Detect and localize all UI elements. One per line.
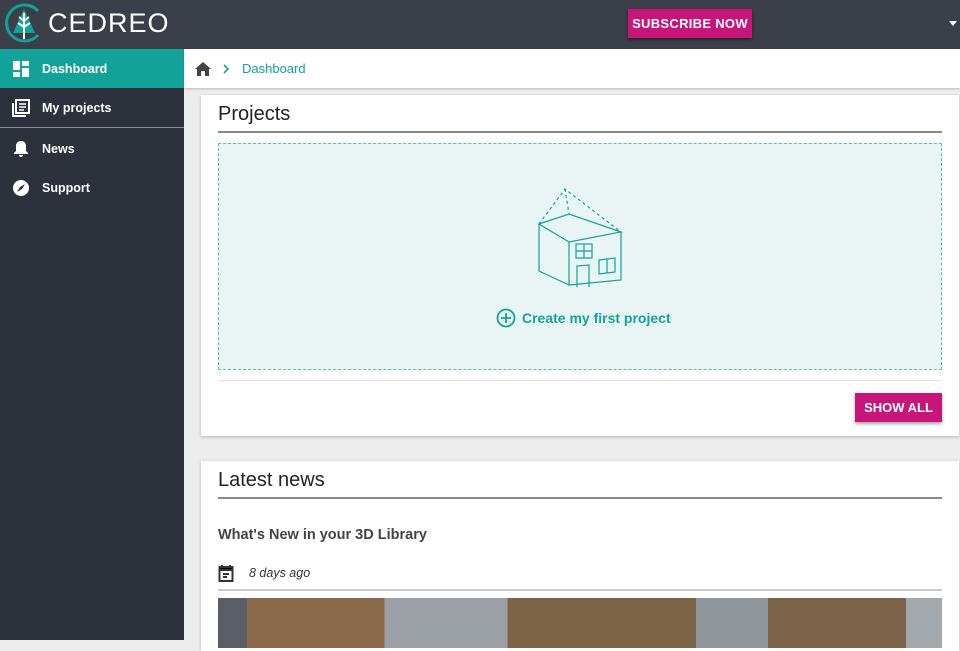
projects-card: Projects Create my first project SHOW AL… [201, 95, 959, 436]
article-title[interactable]: What's New in your 3D Library [218, 527, 942, 543]
article-date: 8 days ago [249, 566, 311, 580]
article-image[interactable] [218, 598, 942, 648]
sidebar: Dashboard My projects News Support [0, 49, 184, 640]
divider [218, 589, 942, 591]
calendar-icon [218, 565, 234, 582]
logo[interactable]: CEDREO [4, 3, 170, 43]
sidebar-item-label: My projects [42, 100, 112, 115]
projects-title: Projects [218, 95, 942, 133]
top-bar: CEDREO SUBSCRIBE NOW [0, 0, 960, 49]
dashboard-icon [13, 60, 29, 77]
home-icon[interactable] [194, 61, 212, 77]
show-all-button[interactable]: SHOW ALL [855, 393, 942, 422]
create-label: Create my first project [522, 310, 671, 326]
news-title: Latest news [218, 461, 942, 499]
subscribe-now-button[interactable]: SUBSCRIBE NOW [628, 9, 752, 38]
compass-icon [13, 179, 29, 196]
chevron-right-icon [223, 63, 230, 74]
cedreo-tree-icon [5, 3, 40, 43]
sidebar-item-my-projects[interactable]: My projects [0, 88, 184, 127]
sidebar-divider [0, 127, 184, 128]
breadcrumb-dashboard[interactable]: Dashboard [242, 61, 306, 76]
account-dropdown-icon[interactable] [949, 21, 957, 26]
sidebar-item-dashboard[interactable]: Dashboard [0, 49, 184, 88]
sidebar-item-support[interactable]: Support [0, 168, 184, 207]
article-date-row: 8 days ago [218, 563, 942, 583]
sidebar-item-label: News [42, 141, 75, 156]
bell-icon [14, 140, 28, 157]
sidebar-item-news[interactable]: News [0, 129, 184, 168]
brand-name: CEDREO [48, 7, 170, 38]
latest-news-card: Latest news What's New in your 3D Librar… [201, 461, 959, 651]
house-illustration-icon [537, 188, 624, 287]
create-first-project-link[interactable]: Create my first project [496, 308, 671, 328]
sidebar-item-label: Support [42, 180, 90, 195]
create-project-dropzone[interactable]: Create my first project [218, 143, 942, 370]
breadcrumb: Dashboard [184, 49, 960, 88]
sidebar-item-label: Dashboard [42, 61, 108, 76]
divider [218, 380, 942, 381]
projects-list-icon [12, 98, 30, 117]
plus-circle-icon [496, 308, 516, 328]
